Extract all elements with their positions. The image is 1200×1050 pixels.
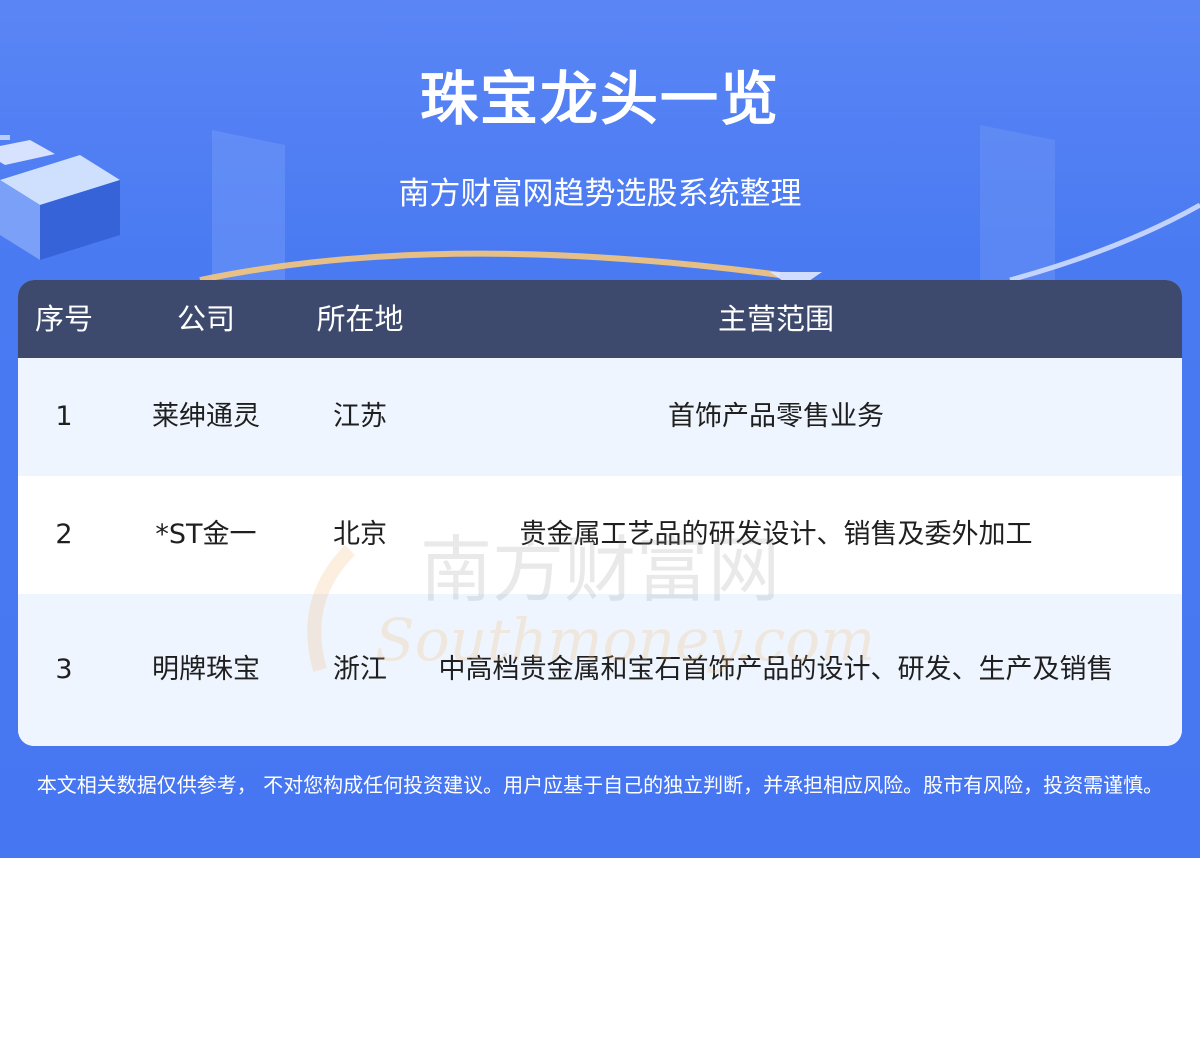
table-header: 序号 公司 所在地 主营范围 [18,280,1182,358]
row-company: 明牌珠宝 [152,654,260,685]
row-company: *ST金一 [155,519,257,550]
row-business: 贵金属工艺品的研发设计、销售及委外加工 [519,519,1033,550]
row-index: 2 [55,519,73,550]
disclaimer-text: 本文相关数据仅供参考， 不对您构成任何投资建议。用户应基于自己的独立判断，并承担… [36,773,1164,797]
banner-background: 珠宝龙头一览 南方财富网趋势选股系统整理 序号 公司 所在地 主营范围 1 莱绅… [0,0,1200,858]
row-company: 莱绅通灵 [152,401,260,432]
table-row: 3 明牌珠宝 浙江 中高档贵金属和宝石首饰产品的设计、研发、生产及销售 [18,594,1182,746]
row-location: 北京 [333,519,387,550]
row-index: 3 [55,654,73,685]
row-index: 1 [55,401,73,432]
column-header-location: 所在地 [316,302,404,336]
column-header-business: 主营范围 [717,302,834,336]
column-header-company: 公司 [176,302,235,336]
row-business: 首饰产品零售业务 [668,401,884,432]
page-subtitle: 南方财富网趋势选股系统整理 [398,176,802,212]
row-location: 浙江 [333,654,387,685]
row-business: 中高档贵金属和宝石首饰产品的设计、研发、生产及销售 [438,654,1114,685]
column-header-index: 序号 [34,302,93,336]
page-title: 珠宝龙头一览 [419,65,780,133]
row-location: 江苏 [333,401,387,432]
decorative-bars [0,125,1200,290]
table-row: 1 莱绅通灵 江苏 首饰产品零售业务 [18,358,1182,476]
table-row: 2 *ST金一 北京 贵金属工艺品的研发设计、销售及委外加工 [18,476,1182,594]
stock-table: 序号 公司 所在地 主营范围 1 莱绅通灵 江苏 首饰产品零售业务 2 *ST金… [18,280,1182,746]
